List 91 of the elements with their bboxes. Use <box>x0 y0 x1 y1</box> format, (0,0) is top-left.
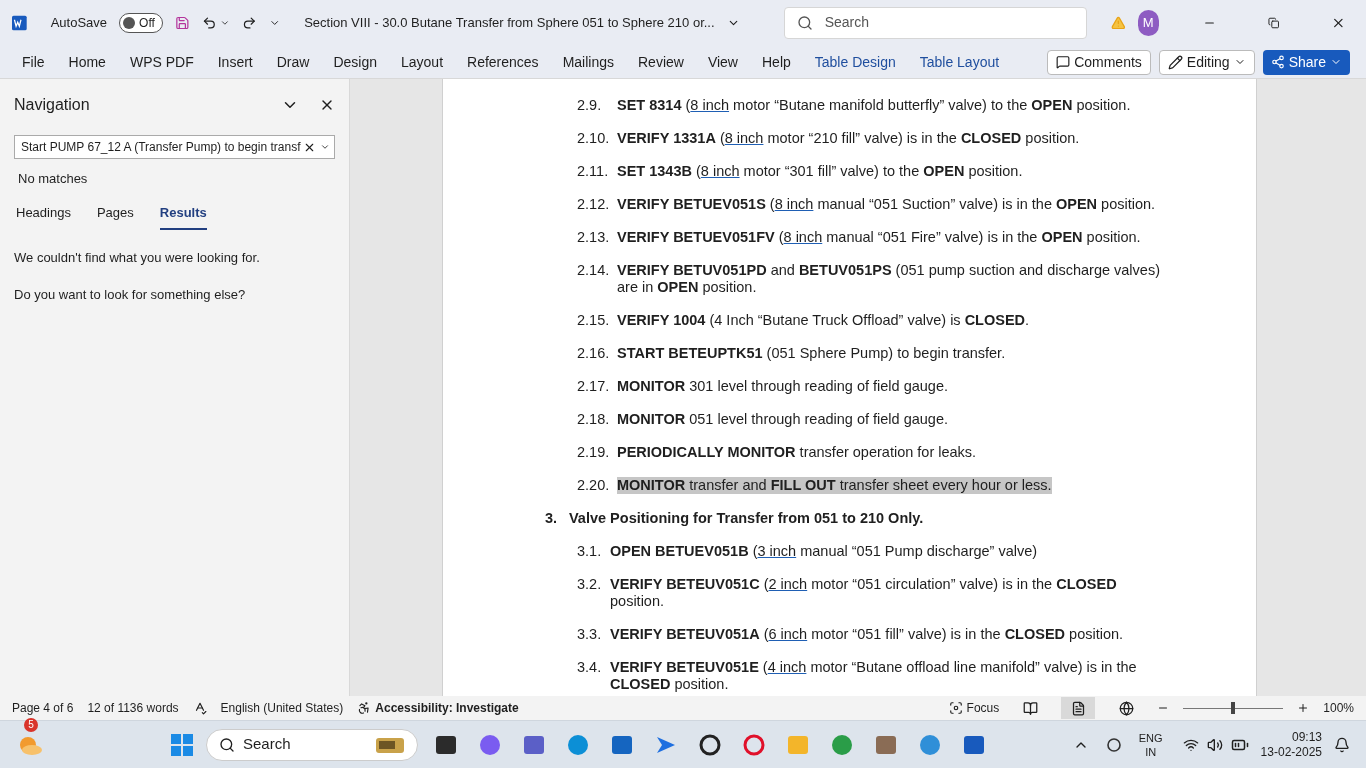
pane-tab[interactable]: Pages <box>96 202 134 231</box>
book-icon <box>1022 700 1038 716</box>
accessibility-button[interactable]: Accessibility: Investigate <box>357 699 519 718</box>
autosave-label: AutoSave <box>50 14 108 33</box>
ribbon-tab[interactable]: References <box>467 51 539 73</box>
step-number: 2.18. <box>577 411 611 429</box>
ribbon-tab[interactable]: WPS PDF <box>129 51 194 73</box>
ribbon-tab[interactable]: Home <box>68 51 106 73</box>
step-number: 2.16. <box>577 345 611 363</box>
page-count[interactable]: Page 4 of 6 <box>12 699 74 718</box>
step-text: OPEN BETUEV051B (3 inch manual “051 Pump discharge” valve) <box>610 543 1039 561</box>
zoom-slider[interactable] <box>1183 702 1284 715</box>
step-number: 2.12. <box>577 196 611 214</box>
search-status: No matches <box>18 170 89 189</box>
ribbon-tab[interactable]: Draw <box>276 51 310 73</box>
page-icon <box>1070 700 1086 716</box>
step-text: VERIFY BETUEV051S (8 inch manual “051 Suction” valve) is in the OPEN position. <box>617 196 1157 214</box>
focus-icon <box>948 701 963 716</box>
section-heading: Valve Positioning for Transfer from 051 to 210 Only. <box>569 510 924 528</box>
step-text: START BETEUPTK51 (051 Sphere Pump) to begin transfer. <box>617 345 1007 363</box>
volume-icon[interactable] <box>1206 736 1223 753</box>
share-button[interactable]: Share <box>1262 49 1350 75</box>
step-text: VERIFY 1331A (8 inch motor “210 fill” valve) is in the CLOSED position. <box>617 130 1081 148</box>
step-number: 2.10. <box>577 130 611 148</box>
step-text: VERIFY 1004 (4 Inch “Butane Truck Offload” valve) is CLOSED. <box>617 312 1031 330</box>
step-text: VERIFY BETUV051PD and BETUV051PS (051 pump suction and discharge valves) are in OPEN position. <box>617 262 1161 297</box>
word-logo-icon <box>12 13 27 32</box>
search-field[interactable]: Search <box>783 6 1087 39</box>
step-number: 2.17. <box>577 378 611 396</box>
view-button[interactable] <box>1061 697 1096 720</box>
step-number: 3.4. <box>577 659 603 677</box>
language-status[interactable]: English (United States) <box>220 699 344 718</box>
step-text: MONITOR transfer and FILL OUT transfer sheet every hour or less. <box>617 477 1052 495</box>
ribbon-tab[interactable]: Design <box>333 51 377 73</box>
document-title[interactable]: Section VIII - 30.0 Butane Transfer from Sphere 051 to Sphere 210 or... <box>304 13 715 33</box>
step-number: 2.11. <box>577 163 610 181</box>
step-text: MONITOR 051 level through reading of field gauge. <box>617 411 949 429</box>
step-text: VERIFY BETEUV051C (2 inch motor “051 circulation” valve) is in the CLOSED position. <box>610 576 1118 611</box>
step-text: SET 1343B (8 inch motor “301 fill” valve) to the OPEN position. <box>617 163 1024 181</box>
step-number: 2.13. <box>577 229 611 247</box>
ribbon-tab[interactable]: Table Layout <box>919 51 1000 73</box>
message-text: We couldn't find what you were looking for. <box>14 249 261 268</box>
step-number: 2.14. <box>577 262 611 280</box>
ribbon-tab[interactable]: Layout <box>401 51 444 73</box>
ribbon-tab[interactable]: Help <box>762 51 791 73</box>
search-icon <box>219 736 235 753</box>
ribbon-tab[interactable]: View <box>707 51 738 73</box>
zoom-in-icon[interactable] <box>1297 702 1310 715</box>
focus-button[interactable]: Focus <box>948 699 1000 718</box>
step-number: 2.15. <box>577 312 611 330</box>
section-number: 3. <box>545 510 559 528</box>
step-number: 2.19. <box>577 444 611 462</box>
step-text: MONITOR 301 level through reading of field gauge. <box>617 378 949 396</box>
notification-icon[interactable] <box>1334 736 1350 753</box>
ribbon-tab[interactable]: Table Design <box>814 51 896 73</box>
ribbon-tab[interactable]: File <box>22 51 45 73</box>
step-text: VERIFY BETEUV051A (6 inch motor “051 fill” valve) is in the CLOSED position. <box>610 626 1125 644</box>
accessibility-icon <box>357 701 372 716</box>
step-text: SET 8314 (8 inch motor “Butane manifold butterfly” valve) to the OPEN position. <box>617 97 1132 115</box>
search-icon <box>796 14 813 31</box>
ribbon-tab[interactable]: Insert <box>217 51 253 73</box>
avatar[interactable]: M <box>1137 9 1159 36</box>
pane-tab[interactable]: Results <box>159 202 207 231</box>
ribbon-tab[interactable]: Review <box>638 51 684 73</box>
comment-icon <box>1056 55 1071 70</box>
autosave-toggle[interactable]: Off <box>119 12 163 33</box>
word-count[interactable]: 12 of 1136 words <box>87 699 179 718</box>
step-text: VERIFY BETEUV051E (4 inch motor “Butane offload line manifold” valve) is in the CLOSED position. <box>610 659 1138 694</box>
clock[interactable]: 09:13 13-02-2025 <box>1260 729 1322 760</box>
step-number: 2.9. <box>577 97 603 115</box>
editing-button[interactable]: Editing <box>1158 49 1255 75</box>
comments-button[interactable]: Comments <box>1047 49 1151 75</box>
step-text: PERIODICALLY MONITOR transfer operation for leaks. <box>617 444 978 462</box>
ribbon-tab[interactable]: Mailings <box>562 51 614 73</box>
start-icon[interactable] <box>170 732 194 757</box>
globe-icon <box>1118 700 1134 716</box>
step-number: 3.3. <box>577 626 603 644</box>
language-indicator[interactable]: ENG IN <box>1138 730 1163 759</box>
pencil-icon <box>1167 54 1183 70</box>
step-number: 3.1. <box>577 543 603 561</box>
taskbar-search[interactable]: Search <box>206 728 418 761</box>
pane-tab[interactable]: Headings <box>16 202 71 231</box>
step-number: 2.20. <box>577 477 611 495</box>
zoom-level[interactable]: 100% <box>1323 699 1354 718</box>
restore-icon[interactable] <box>1267 15 1280 30</box>
pane-title: Navigation <box>14 95 91 116</box>
search-field[interactable]: Start PUMP 67_12 A (Transfer Pump) to begin transf <box>14 135 335 160</box>
share-icon <box>1270 55 1285 70</box>
step-number: 3.2. <box>577 576 603 594</box>
message-text: Do you want to look for something else? <box>14 285 247 304</box>
step-text: VERIFY BETUEV051FV (8 inch manual “051 Fire” valve) is in the OPEN position. <box>617 229 1142 247</box>
